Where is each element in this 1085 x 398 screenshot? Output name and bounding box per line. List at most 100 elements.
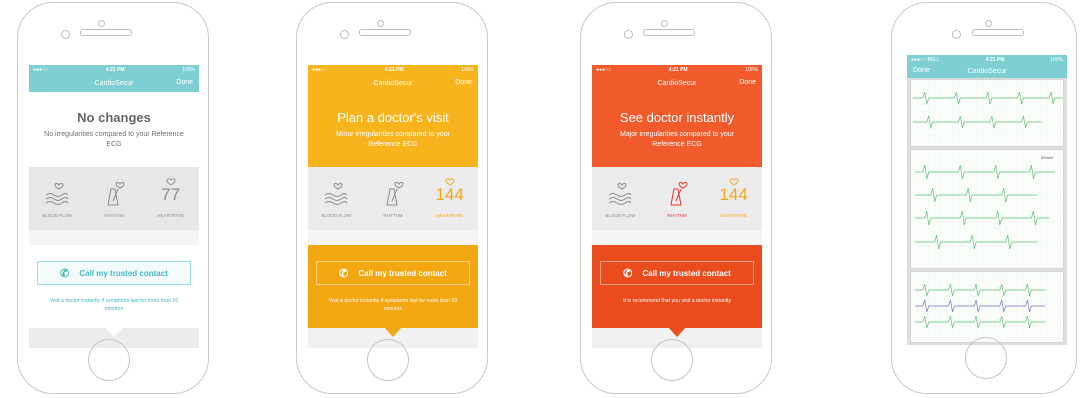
heartrate-metric: 144 HEARTRATE [709,175,759,218]
phone-frame-no-changes: ●●●○○ 4:21 PM 100% CardioSecur Done No c… [17,2,209,394]
heartrate-metric: 144 HEARTRATE [425,175,475,218]
blood-flow-metric: BLOOD FLOW [311,175,361,218]
result-subtitle: No irregularities compared to your Refer… [44,131,184,148]
result-subtitle: Minor irregularities compared to your Re… [336,131,450,148]
blood-flow-label: BLOOD FLOW [42,213,73,218]
status-bar: ●●●○○ 4:21 PM 100% [592,65,762,74]
front-camera [661,20,668,27]
speaker [643,29,695,36]
result-title: No changes [77,110,151,125]
front-camera [377,20,384,27]
sensor [340,30,349,39]
sensor [61,30,70,39]
status-bar: ●●●○○ BELL 4:21 PM 100% [907,55,1067,64]
status-bar: ●●●○○ 4:21 PM 100% [308,65,478,74]
metronome-heart-icon [652,175,702,207]
ecg-page-1 [910,79,1064,147]
call-label: Call my trusted contact [358,268,447,278]
heartrate-display: 144 [709,175,759,207]
call-trusted-contact-button[interactable]: ✆ Call my trusted contact [600,261,754,285]
done-button[interactable]: Done [913,67,930,74]
heartrate-label: HEARTRATE [436,213,464,218]
home-button[interactable] [651,339,693,381]
blood-flow-metric: BLOOD FLOW [32,175,82,218]
result-header: See doctor instantly Major irregularitie… [592,92,762,167]
advice-text: It is recommend that you visit a doctor … [623,298,731,304]
app-title: CardioSecur [373,79,413,87]
blood-flow-metric: BLOOD FLOW [595,175,645,218]
screen: ●●●○○ 4:21 PM 100% CardioSecur Done See … [592,65,762,348]
metronome-heart-icon [89,175,139,207]
heartrate-label: HEARTRATE [157,213,185,218]
sensor [952,30,961,39]
signal-indicator: ●●●○○ [33,66,49,73]
front-camera [985,20,992,27]
metrics-row: BLOOD FLOW RHYTHM 144 HEARTRATE [308,167,478,230]
status-bar: ●●●○○ 4:21 PM 100% [29,65,199,74]
phone-icon: ✆ [339,267,349,280]
result-subtitle: Major irregularities compared to your Re… [620,131,734,148]
rhythm-metric: RHYTHM [652,175,702,218]
app-title: CardioSecur [967,67,1007,75]
status-time: 4:21 PM [384,66,404,73]
wave-heart-icon [32,175,82,207]
advice-text: Visit a doctor instantly if symptoms las… [49,298,179,312]
result-title: Plan a doctor's visit [337,110,449,125]
call-trusted-contact-button[interactable]: ✆ Call my trusted contact [316,261,470,285]
home-button[interactable] [367,339,409,381]
signal-indicator: ●●●○○ [312,66,328,73]
phone-frame-plan-visit: ●●●○○ 4:21 PM 100% CardioSecur Done Plan… [296,2,488,394]
home-button[interactable] [88,339,130,381]
rhythm-metric: RHYTHM [368,175,418,218]
battery-indicator: 100% [1050,56,1063,63]
action-panel: ✆ Call my trusted contact Visit a doctor… [308,245,478,348]
action-panel: ✆ Call my trusted contact It is recommen… [592,245,762,348]
status-time: 4:21 PM [668,66,688,73]
home-button[interactable] [965,337,1007,379]
phone-icon: ✆ [60,267,70,280]
metronome-heart-icon [368,175,418,207]
speaker [359,29,411,36]
blood-flow-label: BLOOD FLOW [605,213,636,218]
front-camera [98,20,105,27]
heartrate-metric: 77 HEARTRATE [146,175,196,218]
speaker [80,29,132,36]
rhythm-metric: RHYTHM [89,175,139,218]
phone-icon: ✆ [623,267,633,280]
rhythm-label: RHYTHM [104,213,124,218]
sensor [624,30,633,39]
screen: ●●●○○ BELL 4:21 PM 100% Done CardioSecur… [907,55,1067,345]
call-label: Call my trusted contact [79,268,168,278]
phone-frame-see-doctor: ●●●○○ 4:21 PM 100% CardioSecur Done See … [580,2,772,394]
done-button[interactable]: Done [176,79,193,86]
app-title: CardioSecur [94,79,134,87]
heartrate-display: 144 [425,175,475,207]
advice-text: Visit a doctor instantly if symptoms las… [328,298,458,312]
call-trusted-contact-button[interactable]: ✆ Call my trusted contact [37,261,191,285]
result-header: Plan a doctor's visit Minor irregulariti… [308,92,478,167]
nav-bar: CardioSecur Done [308,74,478,92]
battery-indicator: 100% [745,66,758,73]
battery-indicator: 100% [182,66,195,73]
ecg-page-2: 84/min [910,149,1064,269]
metrics-row: BLOOD FLOW RHYTHM 144 HEARTRATE [592,167,762,230]
heartrate-value: 144 [435,185,464,204]
wave-heart-icon [311,175,361,207]
action-panel: ✆ Call my trusted contact Visit a doctor… [29,245,199,348]
result-header: No changes No irregularities compared to… [29,92,199,167]
done-button[interactable]: Done [455,79,472,86]
nav-bar: CardioSecur Done [29,74,199,92]
carrier-indicator: ●●●○○ BELL [911,56,940,63]
call-label: Call my trusted contact [642,268,731,278]
nav-bar: CardioSecur Done [592,74,762,92]
result-title: See doctor instantly [619,110,735,125]
screen: ●●●○○ 4:21 PM 100% CardioSecur Done Plan… [308,65,478,348]
nav-bar: Done CardioSecur [907,64,1067,78]
heartrate-label: HEARTRATE [720,213,748,218]
status-time: 4:21 PM [985,56,1005,63]
status-time: 4:21 PM [105,66,125,73]
done-button[interactable]: Done [739,79,756,86]
heartrate-value: 144 [719,185,748,204]
battery-indicator: 100% [461,66,474,73]
phone-frame-ecg-report: ●●●○○ BELL 4:21 PM 100% Done CardioSecur… [891,2,1077,394]
